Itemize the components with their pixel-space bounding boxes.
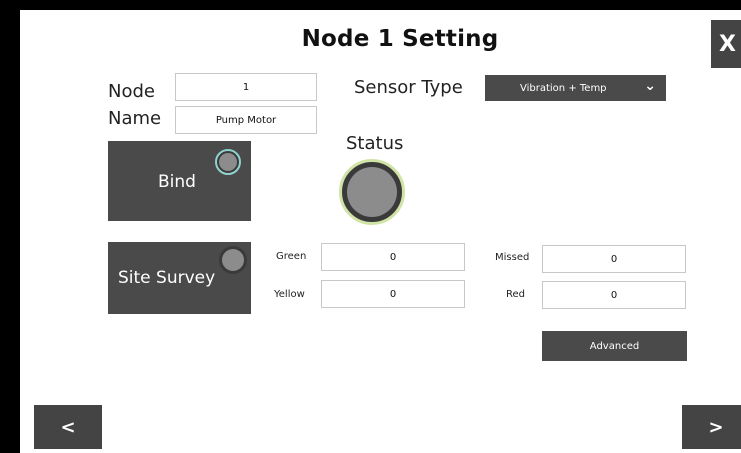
missed-label: Missed — [495, 252, 530, 263]
green-label: Green — [276, 251, 307, 262]
window-frame-left — [0, 0, 20, 453]
name-label: Name — [108, 108, 162, 129]
sensor-type-select[interactable]: Vibration + Temp ⌄ — [485, 75, 666, 101]
advanced-button[interactable]: Advanced — [542, 331, 687, 361]
yellow-label: Yellow — [274, 289, 305, 300]
green-field[interactable]: 0 — [321, 243, 465, 271]
red-field[interactable]: 0 — [542, 281, 686, 309]
status-label: Status — [346, 133, 404, 154]
red-label: Red — [506, 289, 525, 300]
window-frame-top — [0, 0, 741, 10]
bind-status-indicator — [215, 149, 241, 175]
next-button[interactable]: > — [682, 405, 741, 449]
status-indicator — [339, 159, 405, 225]
bind-button[interactable]: Bind — [108, 141, 251, 221]
site-survey-indicator — [219, 246, 247, 274]
name-field[interactable]: Pump Motor — [175, 106, 317, 134]
site-survey-button[interactable]: Site Survey — [108, 242, 251, 314]
site-survey-button-label: Site Survey — [118, 268, 216, 288]
sensor-type-label: Sensor Type — [354, 77, 463, 98]
node-label: Node — [108, 81, 155, 102]
sensor-type-value: Vibration + Temp — [520, 82, 607, 94]
bind-button-label: Bind — [158, 172, 196, 192]
yellow-field[interactable]: 0 — [321, 280, 465, 308]
node-field[interactable]: 1 — [175, 73, 317, 101]
chevron-down-icon: ⌄ — [644, 78, 656, 94]
missed-field[interactable]: 0 — [542, 245, 686, 273]
page-title: Node 1 Setting — [301, 26, 499, 52]
close-button[interactable]: X — [711, 20, 741, 68]
prev-button[interactable]: < — [34, 405, 102, 449]
status-light — [347, 167, 397, 217]
